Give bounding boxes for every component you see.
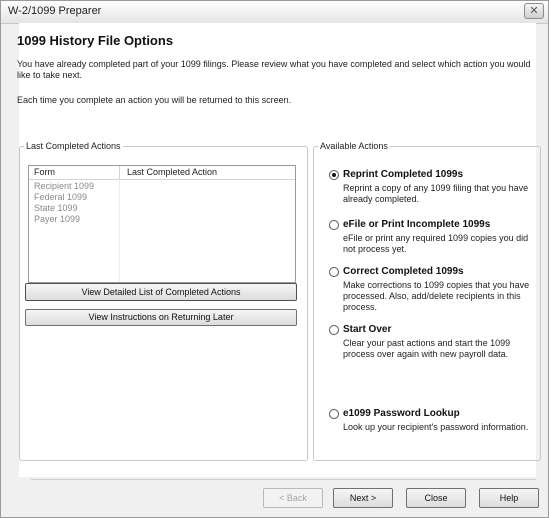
footer-divider: [31, 479, 536, 480]
help-button[interactable]: Help: [479, 488, 539, 508]
available-actions-legend: Available Actions: [320, 141, 388, 151]
option-description: Make corrections to 1099 copies that you…: [343, 280, 530, 312]
completed-actions-list[interactable]: Form Last Completed Action Recipient 109…: [28, 165, 296, 283]
close-icon: ✕: [529, 5, 539, 17]
option-label[interactable]: Reprint Completed 1099s: [343, 169, 463, 180]
next-button[interactable]: Next >: [333, 488, 393, 508]
title-bar[interactable]: W-2/1099 Preparer ✕: [1, 1, 548, 24]
window-title: W-2/1099 Preparer: [8, 5, 102, 17]
intro-return-note: Each time you complete an action you wil…: [17, 95, 292, 105]
last-completed-actions-group: Last Completed Actions Form Last Complet…: [19, 141, 308, 461]
radio-password-lookup[interactable]: [329, 409, 339, 419]
list-item[interactable]: Federal 1099: [34, 192, 87, 202]
column-header-last-action[interactable]: Last Completed Action: [127, 167, 217, 177]
option-label[interactable]: Correct Completed 1099s: [343, 266, 464, 277]
list-item[interactable]: Recipient 1099: [34, 181, 94, 191]
column-divider: [119, 179, 120, 282]
back-button[interactable]: < Back: [263, 488, 323, 508]
list-item[interactable]: State 1099: [34, 203, 78, 213]
view-instructions-button[interactable]: View Instructions on Returning Later: [25, 309, 297, 326]
radio-start-over[interactable]: [329, 325, 339, 335]
option-label[interactable]: eFile or Print Incomplete 1099s: [343, 219, 490, 230]
radio-correct[interactable]: [329, 267, 339, 277]
radio-reprint[interactable]: [329, 170, 339, 180]
option-label[interactable]: e1099 Password Lookup: [343, 408, 460, 419]
list-header: Form Last Completed Action: [29, 166, 295, 180]
close-button[interactable]: Close: [406, 488, 466, 508]
column-separator: [119, 166, 120, 179]
option-description: Clear your past actions and start the 10…: [343, 338, 511, 359]
column-header-form[interactable]: Form: [34, 167, 55, 177]
option-description: eFile or print any required 1099 copies …: [343, 233, 529, 254]
view-detailed-list-button[interactable]: View Detailed List of Completed Actions: [25, 283, 297, 301]
page-title: 1099 History File Options: [17, 33, 174, 48]
radio-efile[interactable]: [329, 220, 339, 230]
option-description: Reprint a copy of any 1099 filing that y…: [343, 183, 529, 204]
dialog-window: W-2/1099 Preparer ✕ 1099 History File Op…: [0, 0, 549, 518]
option-description: Look up your recipient's password inform…: [343, 422, 529, 432]
close-window-button[interactable]: ✕: [524, 3, 544, 19]
last-completed-actions-legend: Last Completed Actions: [26, 141, 121, 151]
list-item[interactable]: Payer 1099: [34, 214, 80, 224]
intro-text: You have already completed part of your …: [17, 59, 531, 80]
option-label[interactable]: Start Over: [343, 324, 391, 335]
